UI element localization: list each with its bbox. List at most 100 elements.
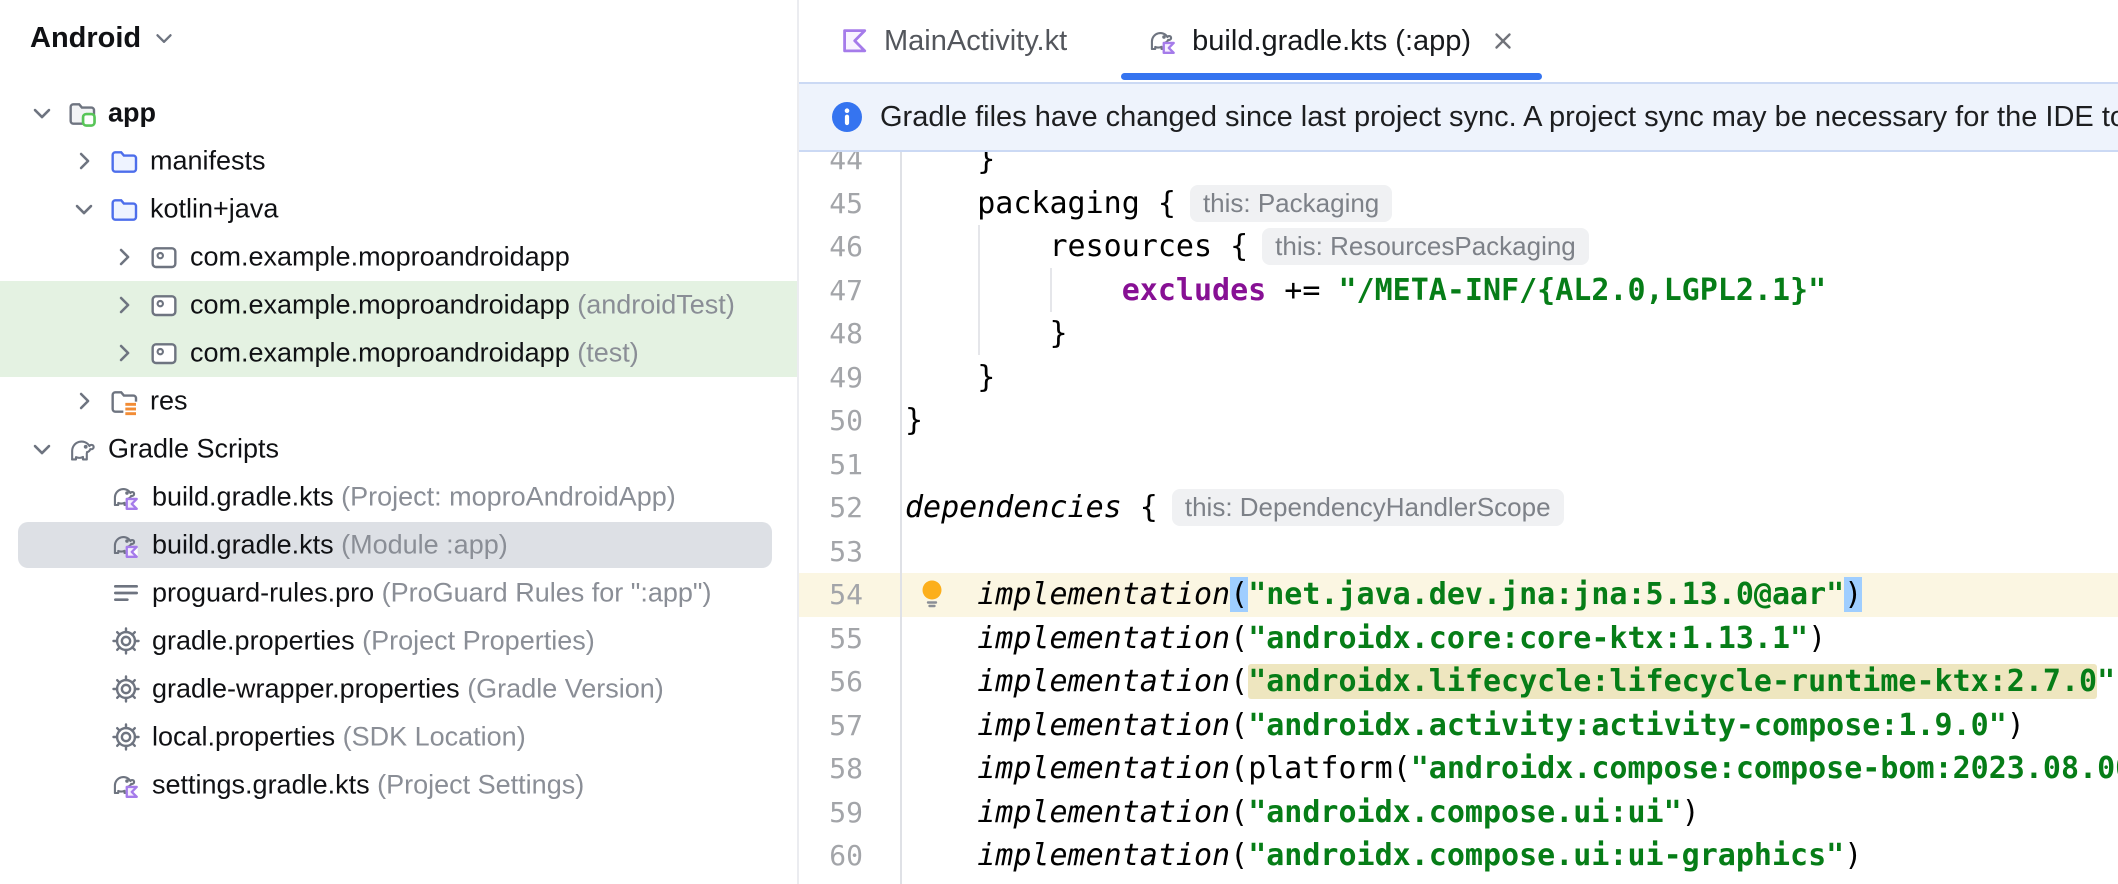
- line-number: 46: [829, 230, 863, 264]
- chevron-right-icon[interactable]: [110, 243, 138, 271]
- chevron-right-icon[interactable]: [70, 387, 98, 415]
- line-number: 45: [829, 186, 863, 220]
- code-text: }: [905, 152, 996, 178]
- tree-item-label: com.example.moproandroidapp (test): [190, 337, 639, 368]
- code-line-56[interactable]: 56 implementation("androidx.lifecycle:li…: [799, 660, 2118, 704]
- close-icon[interactable]: [1490, 28, 1516, 54]
- tree-item-label: build.gradle.kts (Project: moproAndroidA…: [152, 481, 676, 512]
- tree-item-label: settings.gradle.kts (Project Settings): [152, 769, 585, 800]
- chevron-down-icon[interactable]: [28, 99, 56, 127]
- code-text: }: [905, 359, 996, 395]
- editor-tab-bar: MainActivity.kt build.gradle.kts (:app): [799, 0, 2118, 82]
- tab-label: build.gradle.kts (:app): [1192, 24, 1472, 57]
- code-line-49[interactable]: 49 }: [799, 356, 2118, 400]
- code-line-57[interactable]: 57 implementation("androidx.activity:act…: [799, 704, 2118, 748]
- tab-label: MainActivity.kt: [884, 24, 1068, 57]
- resource-folder-icon: [108, 385, 140, 417]
- tree-item-res[interactable]: res: [0, 377, 797, 425]
- tree-item-com.example.moproandroidapp[interactable]: com.example.moproandroidapp (test): [0, 329, 797, 377]
- gradle-sync-banner: Gradle files have changed since last pro…: [799, 82, 2118, 152]
- code-text: }: [905, 316, 1068, 352]
- line-number: 58: [829, 752, 863, 786]
- tree-item-local.properties[interactable]: local.properties (SDK Location): [0, 713, 797, 761]
- line-number: 53: [829, 534, 863, 568]
- code-line-51[interactable]: 51: [799, 443, 2118, 487]
- tree-item-qualifier: (Project Settings): [377, 769, 585, 800]
- code-editor[interactable]: 44 } 45 packaging {this: Packaging 46 reso…: [799, 152, 2118, 884]
- chevron-down-icon: [151, 25, 177, 51]
- line-number: 60: [829, 839, 863, 873]
- project-view-title: Android: [30, 21, 142, 54]
- active-tab-underline: [1121, 73, 1543, 80]
- tree-item-label: kotlin+java: [150, 193, 279, 224]
- tree-item-kotlin+java[interactable]: kotlin+java: [0, 185, 797, 233]
- chevron-right-icon[interactable]: [110, 339, 138, 367]
- tree-item-build.gradle.kts[interactable]: build.gradle.kts (Project: moproAndroidA…: [0, 473, 797, 521]
- code-text: implementation("androidx.compose.ui:ui"): [977, 794, 1700, 830]
- code-line-45[interactable]: 45 packaging {this: Packaging: [799, 182, 2118, 226]
- project-view-selector[interactable]: Android: [30, 14, 177, 62]
- tree-item-label: com.example.moproandroidapp: [190, 241, 570, 272]
- chevron-right-icon[interactable]: [70, 147, 98, 175]
- tree-item-label: manifests: [150, 145, 266, 176]
- line-number: 49: [829, 360, 863, 394]
- tree-item-label: proguard-rules.pro (ProGuard Rules for "…: [152, 577, 712, 608]
- line-number: 50: [829, 404, 863, 438]
- gear-icon: [110, 625, 142, 657]
- gear-icon: [110, 673, 142, 705]
- code-line-47[interactable]: 47 excludes += "/META-INF/{AL2.0,LGPL2.1…: [799, 269, 2118, 313]
- tree-item-app[interactable]: app: [0, 89, 797, 137]
- code-line-44[interactable]: 44 }: [799, 152, 2118, 182]
- tree-item-qualifier: (SDK Location): [342, 721, 526, 752]
- folder-icon: [108, 193, 140, 225]
- code-line-46[interactable]: 46 resources {this: ResourcesPackaging: [799, 225, 2118, 269]
- code-line-58[interactable]: 58 implementation(platform("androidx.com…: [799, 747, 2118, 791]
- code-line-48[interactable]: 48 }: [799, 312, 2118, 356]
- lightbulb-icon[interactable]: [915, 577, 949, 613]
- tree-item-com.example.moproandroidapp[interactable]: com.example.moproandroidapp: [0, 233, 797, 281]
- module-folder-icon: [66, 97, 98, 129]
- code-text: packaging {this: Packaging: [905, 184, 1393, 222]
- line-number: 52: [829, 491, 863, 525]
- chevron-down-icon[interactable]: [70, 195, 98, 223]
- tree-item-qualifier: (Project: moproAndroidApp): [341, 481, 676, 512]
- editor-tab-mainactivity.kt[interactable]: MainActivity.kt: [799, 0, 1107, 82]
- tree-item-qualifier: (Module :app): [341, 529, 508, 560]
- code-line-54[interactable]: 54 implementation("net.java.dev.jna:jna:…: [799, 573, 2118, 617]
- package-icon: [148, 337, 180, 369]
- tree-item-gradle-wrapper.properties[interactable]: gradle-wrapper.properties (Gradle Versio…: [0, 665, 797, 713]
- tree-item-build.gradle.kts[interactable]: build.gradle.kts (Module :app): [0, 521, 797, 569]
- gradle-kts-icon: [110, 769, 142, 801]
- editor-area: MainActivity.kt build.gradle.kts (:app) G…: [799, 0, 2118, 884]
- chevron-down-icon[interactable]: [28, 435, 56, 463]
- editor-tab-build.gradle.kts-app-[interactable]: build.gradle.kts (:app): [1107, 0, 1556, 82]
- code-text: implementation("androidx.lifecycle:lifec…: [977, 664, 2118, 700]
- chevron-right-icon[interactable]: [110, 291, 138, 319]
- tree-item-com.example.moproandroidapp[interactable]: com.example.moproandroidapp (androidTest…: [0, 281, 797, 329]
- line-number: 47: [829, 273, 863, 307]
- tree-item-label: gradle-wrapper.properties (Gradle Versio…: [152, 673, 664, 704]
- tree-item-proguard-rules.pro[interactable]: proguard-rules.pro (ProGuard Rules for "…: [0, 569, 797, 617]
- tree-item-settings.gradle.kts[interactable]: settings.gradle.kts (Project Settings): [0, 761, 797, 809]
- code-line-60[interactable]: 60 implementation("androidx.compose.ui:u…: [799, 834, 2118, 878]
- gradle-kts-icon: [110, 481, 142, 513]
- tree-item-gradle-scripts[interactable]: Gradle Scripts: [0, 425, 797, 473]
- code-line-55[interactable]: 55 implementation("androidx.core:core-kt…: [799, 617, 2118, 661]
- tree-item-manifests[interactable]: manifests: [0, 137, 797, 185]
- code-line-53[interactable]: 53: [799, 530, 2118, 574]
- gutter-separator: [900, 152, 902, 884]
- code-line-50[interactable]: 50}: [799, 399, 2118, 443]
- project-tool-window: Android app manifests kotlin+java com.examp…: [0, 0, 797, 884]
- package-icon: [148, 289, 180, 321]
- tree-item-label: res: [150, 385, 188, 416]
- tree-item-qualifier: (test): [577, 337, 639, 368]
- tree-item-gradle.properties[interactable]: gradle.properties (Project Properties): [0, 617, 797, 665]
- gear-icon: [110, 721, 142, 753]
- inlay-hint: this: Packaging: [1189, 184, 1393, 222]
- tree-item-label: local.properties (SDK Location): [152, 721, 526, 752]
- code-text: implementation("androidx.compose.ui:ui-g…: [977, 838, 1863, 874]
- project-tree[interactable]: app manifests kotlin+java com.example.mopro…: [0, 89, 797, 809]
- code-line-52[interactable]: 52 dependencies {this: DependencyHandlerS…: [799, 486, 2118, 530]
- tree-item-label: gradle.properties (Project Properties): [152, 625, 595, 656]
- code-line-59[interactable]: 59 implementation("androidx.compose.ui:u…: [799, 791, 2118, 835]
